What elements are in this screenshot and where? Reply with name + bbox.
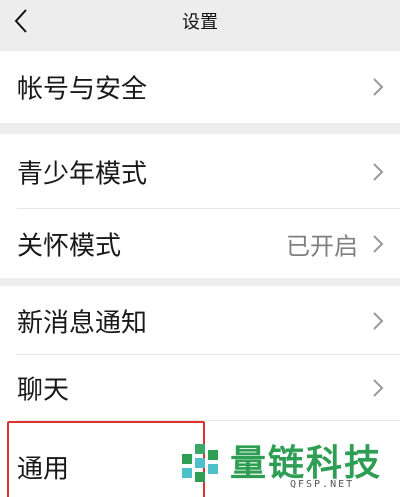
settings-item-label: 通用 bbox=[17, 454, 70, 485]
group-account: 帐号与安全 bbox=[0, 51, 400, 123]
watermark-subtext: QFSP.NET bbox=[290, 479, 355, 490]
settings-item-label: 关怀模式 bbox=[17, 231, 122, 261]
chevron-right-icon bbox=[373, 78, 384, 96]
settings-item-teen-mode[interactable]: 青少年模式 bbox=[0, 134, 400, 209]
page-title: 设置 bbox=[182, 12, 218, 33]
settings-item-notifications[interactable]: 新消息通知 bbox=[0, 286, 400, 355]
settings-item-chat[interactable]: 聊天 bbox=[0, 355, 400, 421]
settings-item-label: 青少年模式 bbox=[17, 159, 148, 189]
settings-screen: 设置 帐号与安全 青少年模式 关怀模式 已开启 新消息通知 聊天 通用 量链科技… bbox=[0, 0, 400, 497]
chevron-right-icon bbox=[373, 311, 384, 330]
watermark-mark-icon bbox=[182, 444, 218, 482]
settings-item-account-security[interactable]: 帐号与安全 bbox=[0, 51, 400, 123]
chevron-left-icon bbox=[14, 9, 27, 33]
watermark-logo: 量链科技 QFSP.NET bbox=[178, 432, 400, 497]
chevron-right-icon bbox=[373, 162, 384, 181]
settings-item-care-mode[interactable]: 关怀模式 已开启 bbox=[0, 209, 400, 278]
settings-item-label: 聊天 bbox=[17, 375, 70, 406]
settings-item-label: 新消息通知 bbox=[17, 308, 148, 338]
chevron-right-icon bbox=[373, 379, 384, 397]
back-button[interactable] bbox=[8, 6, 38, 36]
settings-item-label: 帐号与安全 bbox=[17, 74, 148, 105]
nav-bar: 设置 bbox=[0, 0, 400, 47]
chevron-right-icon bbox=[373, 234, 384, 253]
care-mode-status: 已开启 bbox=[286, 232, 358, 260]
group-modes: 青少年模式 关怀模式 已开启 bbox=[0, 134, 400, 278]
